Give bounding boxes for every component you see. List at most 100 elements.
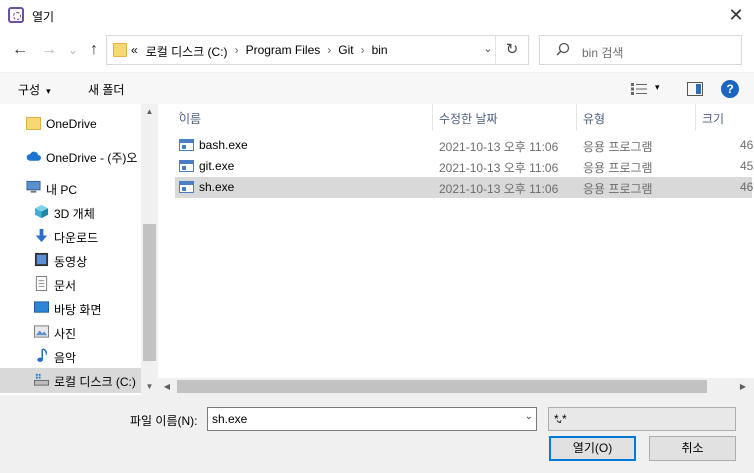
- scroll-up-icon[interactable]: ▲: [141, 107, 158, 116]
- file-name: bash.exe: [199, 138, 248, 152]
- file-date: 2021-10-13 오후 11:06: [439, 182, 559, 196]
- breadcrumb-separator[interactable]: ›: [327, 43, 331, 60]
- app-icon: [8, 7, 24, 23]
- file-type: 응용 프로그램: [583, 140, 653, 154]
- sidebar-item-onedrive-org[interactable]: OneDrive - (주)오: [0, 144, 141, 168]
- sidebar-item-label: 음악: [54, 351, 77, 365]
- help-icon[interactable]: ?: [721, 80, 739, 98]
- sidebar-scrollbar[interactable]: ▲ ▼: [141, 104, 158, 395]
- refresh-button[interactable]: ↻: [501, 40, 523, 60]
- sidebar-item-label: OneDrive: [46, 117, 97, 131]
- back-button[interactable]: ←: [10, 39, 30, 61]
- column-header-label: 유형: [583, 112, 606, 126]
- scroll-right-icon[interactable]: ▶: [736, 382, 750, 391]
- file-date: 2021-10-13 오후 11:06: [439, 161, 559, 175]
- column-header-date[interactable]: 수정한 날짜: [433, 104, 576, 130]
- sidebar-item-3d-objects[interactable]: 3D 개체: [0, 200, 141, 224]
- organize-button[interactable]: 구성 ▾: [18, 81, 51, 98]
- executable-icon: [179, 139, 194, 151]
- breadcrumb-item[interactable]: Program Files: [246, 43, 321, 60]
- sidebar-item-pictures[interactable]: 사진: [0, 320, 141, 344]
- breadcrumb-item[interactable]: bin: [372, 43, 388, 60]
- document-icon: [35, 276, 48, 291]
- file-type: 응용 프로그램: [583, 182, 653, 196]
- preview-pane-icon[interactable]: [687, 82, 703, 96]
- sidebar-item-desktop[interactable]: 바탕 화면: [0, 296, 141, 320]
- sidebar-item-label: 문서: [54, 279, 77, 293]
- dialog-footer: 파일 이름(N): ⌄ *.* ⌄ 열기(O) 취소: [0, 395, 754, 473]
- file-row[interactable]: sh.exe 2021-10-13 오후 11:06 응용 프로그램 46: [175, 177, 754, 198]
- folder-icon: [113, 43, 127, 57]
- file-size: 45: [740, 159, 754, 173]
- sidebar-item-label: 다운로드: [54, 231, 99, 245]
- scrollbar-thumb[interactable]: [143, 224, 156, 361]
- filename-input[interactable]: [212, 409, 512, 429]
- sidebar-item-label: OneDrive - (주)오: [46, 151, 138, 165]
- new-folder-button[interactable]: 새 폴더: [88, 81, 124, 98]
- view-dropdown-icon[interactable]: ▾: [655, 82, 660, 93]
- column-header-size[interactable]: 크기: [696, 104, 754, 130]
- close-button[interactable]: ✕: [724, 3, 748, 27]
- search-placeholder: bin 검색: [582, 46, 624, 60]
- open-button[interactable]: 열기(O): [549, 436, 636, 461]
- address-bar[interactable]: « 로컬 디스크 (C:) › Program Files › Git › bi…: [106, 35, 529, 65]
- breadcrumb-overflow[interactable]: «: [131, 43, 138, 60]
- folder-icon: [26, 117, 41, 130]
- forward-button[interactable]: →: [39, 39, 59, 61]
- column-header-name[interactable]: ^ 이름: [173, 104, 432, 130]
- file-name: git.exe: [199, 159, 235, 173]
- horizontal-scrollbar[interactable]: ◀ ▶: [158, 378, 754, 395]
- scrollbar-thumb[interactable]: [177, 380, 707, 393]
- column-header-label: 이름: [179, 112, 202, 126]
- divider: [495, 36, 496, 64]
- breadcrumb-item[interactable]: 로컬 디스크 (C:): [146, 43, 228, 60]
- sidebar-item-music[interactable]: 음악: [0, 344, 141, 368]
- cancel-button[interactable]: 취소: [649, 436, 736, 461]
- column-header-type[interactable]: 유형: [577, 104, 695, 130]
- file-name: sh.exe: [199, 180, 235, 194]
- scroll-down-icon[interactable]: ▼: [141, 382, 158, 391]
- sidebar-item-this-pc[interactable]: 내 PC: [0, 176, 141, 200]
- file-list: ^ 이름 수정한 날짜 유형 크기 bash.exe 2021-10-13 오후…: [158, 104, 754, 395]
- sidebar-item-downloads[interactable]: 다운로드: [0, 224, 141, 248]
- filetype-select[interactable]: *.* ⌄: [548, 407, 736, 431]
- sidebar-item-label: 내 PC: [46, 183, 78, 197]
- search-box[interactable]: bin 검색: [539, 35, 742, 65]
- file-size: 46: [740, 180, 754, 194]
- download-icon: [35, 228, 48, 243]
- executable-icon: [179, 160, 194, 172]
- recent-locations-button[interactable]: ⌄: [63, 39, 83, 61]
- search-icon: [556, 42, 570, 56]
- sidebar-item-onedrive[interactable]: OneDrive: [0, 112, 141, 136]
- file-row[interactable]: git.exe 2021-10-13 오후 11:06 응용 프로그램 45: [175, 156, 754, 177]
- drive-icon: [34, 373, 49, 386]
- address-dropdown-icon[interactable]: ⌄: [480, 42, 496, 55]
- scroll-left-icon[interactable]: ◀: [160, 382, 174, 391]
- cloud-icon: [26, 151, 41, 161]
- cube-icon: [34, 204, 49, 219]
- up-button[interactable]: ↑: [84, 39, 104, 61]
- breadcrumb-separator[interactable]: ›: [235, 43, 239, 60]
- picture-icon: [34, 325, 49, 338]
- sidebar-item-videos[interactable]: 동영상: [0, 248, 141, 272]
- filename-combobox[interactable]: ⌄: [207, 407, 537, 431]
- file-type: 응용 프로그램: [583, 161, 653, 175]
- chevron-down-icon: ⌄: [554, 412, 565, 426]
- filename-label: 파일 이름(N):: [130, 414, 198, 428]
- sidebar-item-label: 3D 개체: [54, 207, 95, 221]
- chevron-down-icon[interactable]: ⌄: [525, 411, 533, 422]
- sidebar-item-label: 사진: [54, 327, 77, 341]
- breadcrumb-item[interactable]: Git: [338, 43, 353, 60]
- file-size: 46: [740, 138, 754, 152]
- view-options-icon[interactable]: [631, 83, 647, 95]
- sidebar-item-label: 로컬 디스크 (C:): [54, 375, 136, 389]
- pc-icon: [26, 180, 41, 193]
- breadcrumb-separator[interactable]: ›: [361, 43, 365, 60]
- title-bar: 열기 ✕: [0, 0, 754, 31]
- sidebar-item-documents[interactable]: 문서: [0, 272, 141, 296]
- file-row[interactable]: bash.exe 2021-10-13 오후 11:06 응용 프로그램 46: [175, 135, 754, 156]
- command-bar: 구성 ▾ 새 폴더 ▾ ?: [0, 72, 754, 104]
- column-header-label: 크기: [702, 112, 725, 126]
- sidebar-item-local-disk[interactable]: 로컬 디스크 (C:): [0, 368, 141, 393]
- executable-icon: [179, 181, 194, 193]
